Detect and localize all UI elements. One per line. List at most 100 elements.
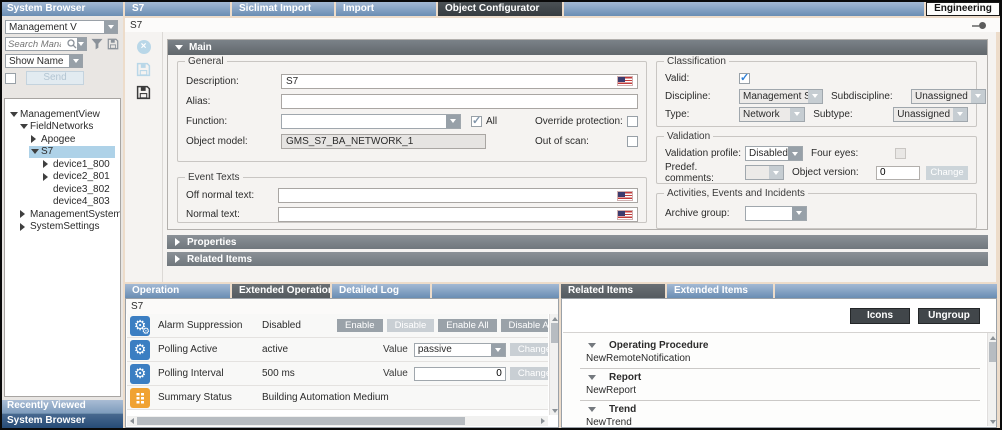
- function-dropdown[interactable]: [281, 114, 461, 129]
- properties-section-header[interactable]: Properties: [167, 235, 988, 249]
- tree-node[interactable]: SystemSettings: [5, 221, 120, 234]
- system-browser-bar[interactable]: System Browser: [2, 413, 123, 428]
- enable-button[interactable]: Enable: [337, 319, 383, 332]
- recently-viewed-bar[interactable]: Recently Viewed: [2, 400, 123, 413]
- scroll-up-icon[interactable]: [551, 315, 558, 322]
- subdiscipline-dropdown[interactable]: Unassigned: [911, 89, 986, 104]
- main-section-header[interactable]: Main: [168, 40, 987, 55]
- out-of-scan-checkbox[interactable]: [627, 136, 638, 147]
- tree-node[interactable]: Apogee: [5, 133, 120, 146]
- chevron-down-icon[interactable]: [971, 90, 985, 103]
- tree-node[interactable]: device1_800: [5, 158, 120, 171]
- tree-node[interactable]: device4_803: [5, 196, 120, 209]
- normal-text-field[interactable]: [278, 207, 638, 222]
- vertical-scrollbar[interactable]: [987, 333, 996, 426]
- value-input[interactable]: [414, 367, 506, 381]
- scroll-down-icon[interactable]: [989, 418, 996, 425]
- tree-node-selected[interactable]: S7: [5, 146, 120, 159]
- tab-object-configurator-active[interactable]: Object Configurator: [438, 2, 562, 16]
- related-item[interactable]: NewRemoteNotification: [580, 352, 980, 365]
- pin-icon[interactable]: [972, 22, 986, 29]
- scroll-right-icon[interactable]: [539, 417, 547, 425]
- chevron-down-icon[interactable]: [69, 55, 82, 67]
- scrollbar-thumb[interactable]: [989, 342, 996, 362]
- us-flag-icon[interactable]: [617, 191, 633, 201]
- display-mode-dropdown[interactable]: Show Name: [5, 54, 83, 68]
- tree-node[interactable]: FieldNetworks: [5, 121, 120, 134]
- related-items-section-header[interactable]: Related Items: [167, 252, 988, 266]
- all-checkbox[interactable]: [471, 116, 482, 127]
- send-button[interactable]: Send: [26, 71, 84, 85]
- chevron-down-icon[interactable]: [808, 90, 822, 103]
- search-box[interactable]: [5, 37, 87, 51]
- scrollbar-thumb[interactable]: [137, 417, 465, 425]
- chevron-expanded-icon[interactable]: [20, 124, 30, 129]
- tab-siclimat-import[interactable]: Siclimat Import: [232, 2, 334, 16]
- tab-import[interactable]: Import: [336, 2, 436, 16]
- discard-icon[interactable]: ×: [137, 40, 151, 54]
- object-version-input[interactable]: [876, 166, 920, 180]
- value-dropdown[interactable]: passive: [414, 343, 506, 357]
- validation-profile-dropdown[interactable]: Disabled: [745, 146, 803, 161]
- chevron-down-icon[interactable]: [77, 38, 86, 50]
- icons-button[interactable]: Icons: [850, 308, 910, 324]
- chevron-down-icon[interactable]: [792, 207, 806, 220]
- discipline-dropdown[interactable]: Management Sys: [739, 89, 823, 104]
- change-button[interactable]: Change: [510, 367, 548, 380]
- chevron-collapsed-icon[interactable]: [43, 160, 53, 168]
- tab-extended-items[interactable]: Extended Items: [667, 284, 773, 298]
- chevron-down-icon[interactable]: [446, 115, 460, 128]
- disable-all-button[interactable]: Disable All: [501, 319, 548, 332]
- tab-extended-operation-active[interactable]: Extended Operation: [232, 284, 330, 298]
- tab-detailed-log[interactable]: Detailed Log: [332, 284, 430, 298]
- search-input[interactable]: [6, 39, 63, 50]
- alias-field[interactable]: [281, 94, 638, 109]
- scrollbar-thumb[interactable]: [551, 323, 558, 343]
- tab-s7[interactable]: S7: [125, 2, 230, 16]
- override-protection-checkbox[interactable]: [627, 116, 638, 127]
- chevron-expanded-icon[interactable]: [588, 407, 596, 412]
- enable-all-button[interactable]: Enable All: [438, 319, 496, 332]
- scroll-up-icon[interactable]: [989, 334, 996, 341]
- us-flag-icon[interactable]: [617, 76, 633, 86]
- type-dropdown[interactable]: Network: [739, 107, 805, 122]
- chevron-expanded-icon[interactable]: [588, 343, 596, 348]
- off-normal-text-field[interactable]: [278, 188, 638, 203]
- archive-group-dropdown[interactable]: [745, 206, 807, 221]
- chevron-down-icon[interactable]: [790, 108, 804, 121]
- vertical-scrollbar[interactable]: [549, 314, 558, 415]
- tree-node[interactable]: device3_802: [5, 183, 120, 196]
- tree-node[interactable]: ManagementView: [5, 108, 120, 121]
- view-selector-dropdown[interactable]: Management V: [5, 20, 118, 34]
- chevron-collapsed-icon[interactable]: [20, 210, 30, 218]
- scroll-left-icon[interactable]: [128, 417, 136, 425]
- related-group-header[interactable]: Report: [580, 371, 980, 384]
- related-group-header[interactable]: Trend: [580, 403, 980, 416]
- chevron-down-icon[interactable]: [491, 344, 505, 356]
- chevron-expanded-icon[interactable]: [31, 149, 41, 154]
- save-as-icon[interactable]: [136, 85, 151, 100]
- change-button[interactable]: Change: [510, 343, 548, 356]
- chevron-down-icon[interactable]: [953, 108, 967, 121]
- related-item[interactable]: NewTrend: [580, 416, 980, 429]
- tab-operation[interactable]: Operation: [125, 284, 230, 298]
- related-item[interactable]: NewReport: [580, 384, 980, 397]
- horizontal-scrollbar[interactable]: [127, 416, 548, 426]
- tab-related-items-active[interactable]: Related Items: [561, 284, 665, 298]
- send-checkbox[interactable]: [5, 73, 16, 84]
- chevron-collapsed-icon[interactable]: [20, 223, 30, 231]
- valid-checkbox[interactable]: [739, 73, 750, 84]
- subtype-dropdown[interactable]: Unassigned: [893, 107, 968, 122]
- tree-node[interactable]: device2_801: [5, 171, 120, 184]
- filter-icon[interactable]: [91, 38, 103, 50]
- engineering-mode-button[interactable]: Engineering: [926, 2, 1000, 16]
- chevron-expanded-icon[interactable]: [588, 375, 596, 380]
- chevron-down-icon[interactable]: [788, 147, 802, 160]
- scroll-down-icon[interactable]: [551, 407, 558, 414]
- chevron-down-icon[interactable]: [104, 21, 117, 33]
- description-field[interactable]: S7: [281, 74, 638, 89]
- save-icon[interactable]: [136, 62, 151, 77]
- chevron-collapsed-icon[interactable]: [43, 173, 53, 181]
- chevron-expanded-icon[interactable]: [10, 112, 20, 117]
- related-group-header[interactable]: Operating Procedure: [580, 339, 980, 352]
